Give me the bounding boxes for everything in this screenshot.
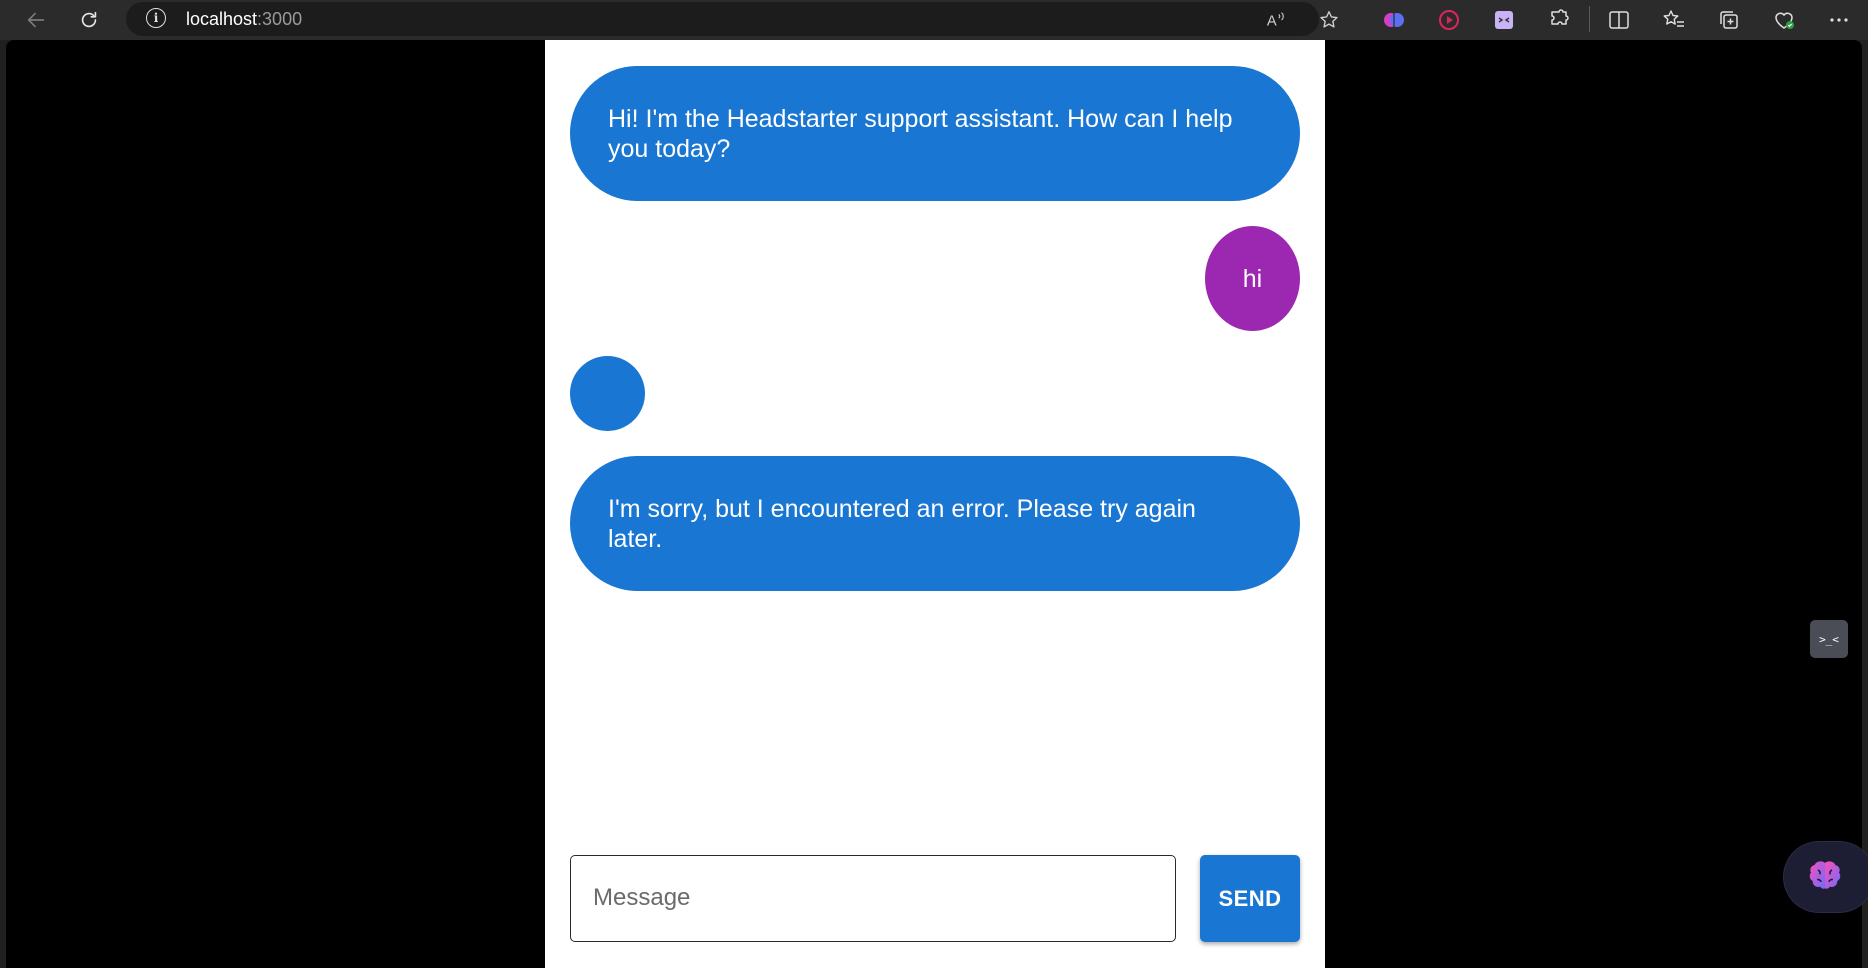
face-extension-icon[interactable] xyxy=(1487,3,1521,37)
back-button[interactable] xyxy=(20,4,52,36)
message-input-placeholder: Message xyxy=(593,884,691,911)
brain-assistant-button[interactable] xyxy=(1784,842,1868,912)
send-button[interactable]: SEND xyxy=(1200,855,1300,942)
assistant-message-empty xyxy=(570,356,645,431)
favorites-list-icon[interactable] xyxy=(1657,3,1691,37)
settings-more-icon[interactable] xyxy=(1822,3,1856,37)
url-host: localhost xyxy=(186,9,258,29)
refresh-button[interactable] xyxy=(73,4,105,36)
split-screen-icon[interactable] xyxy=(1602,3,1636,37)
browser-essentials-icon[interactable] xyxy=(1767,3,1801,37)
collections-icon[interactable] xyxy=(1712,3,1746,37)
brain-icon xyxy=(1809,861,1841,889)
svg-text:A: A xyxy=(1267,14,1277,30)
brain-extension-icon[interactable] xyxy=(1377,3,1411,37)
devtools-face-icon[interactable]: >_< xyxy=(1810,620,1848,658)
address-bar[interactable]: i localhost:3000 A xyxy=(126,2,1338,36)
side-widget-label: >_< xyxy=(1819,632,1839,646)
refresh-icon xyxy=(81,11,97,28)
toolbar-divider xyxy=(1589,6,1590,32)
message-input[interactable]: Message xyxy=(570,855,1176,942)
site-info-icon[interactable]: i xyxy=(146,8,166,28)
url-port: :3000 xyxy=(257,9,303,29)
url-text: localhost:3000 xyxy=(186,7,302,31)
assistant-error-message: I'm sorry, but I encountered an error. P… xyxy=(570,456,1300,591)
back-arrow-icon xyxy=(27,12,45,28)
read-aloud-icon[interactable]: A xyxy=(1263,7,1289,33)
browser-toolbar: i localhost:3000 A xyxy=(0,0,1868,40)
chat-panel: Hi! I'm the Headstarter support assistan… xyxy=(545,40,1325,968)
favorite-star-icon[interactable] xyxy=(1316,7,1342,33)
assistant-message: Hi! I'm the Headstarter support assistan… xyxy=(570,66,1300,201)
media-extension-icon[interactable] xyxy=(1432,3,1466,37)
user-message: hi xyxy=(1205,226,1300,331)
page-viewport: Hi! I'm the Headstarter support assistan… xyxy=(6,40,1862,968)
extensions-puzzle-icon[interactable] xyxy=(1542,3,1576,37)
